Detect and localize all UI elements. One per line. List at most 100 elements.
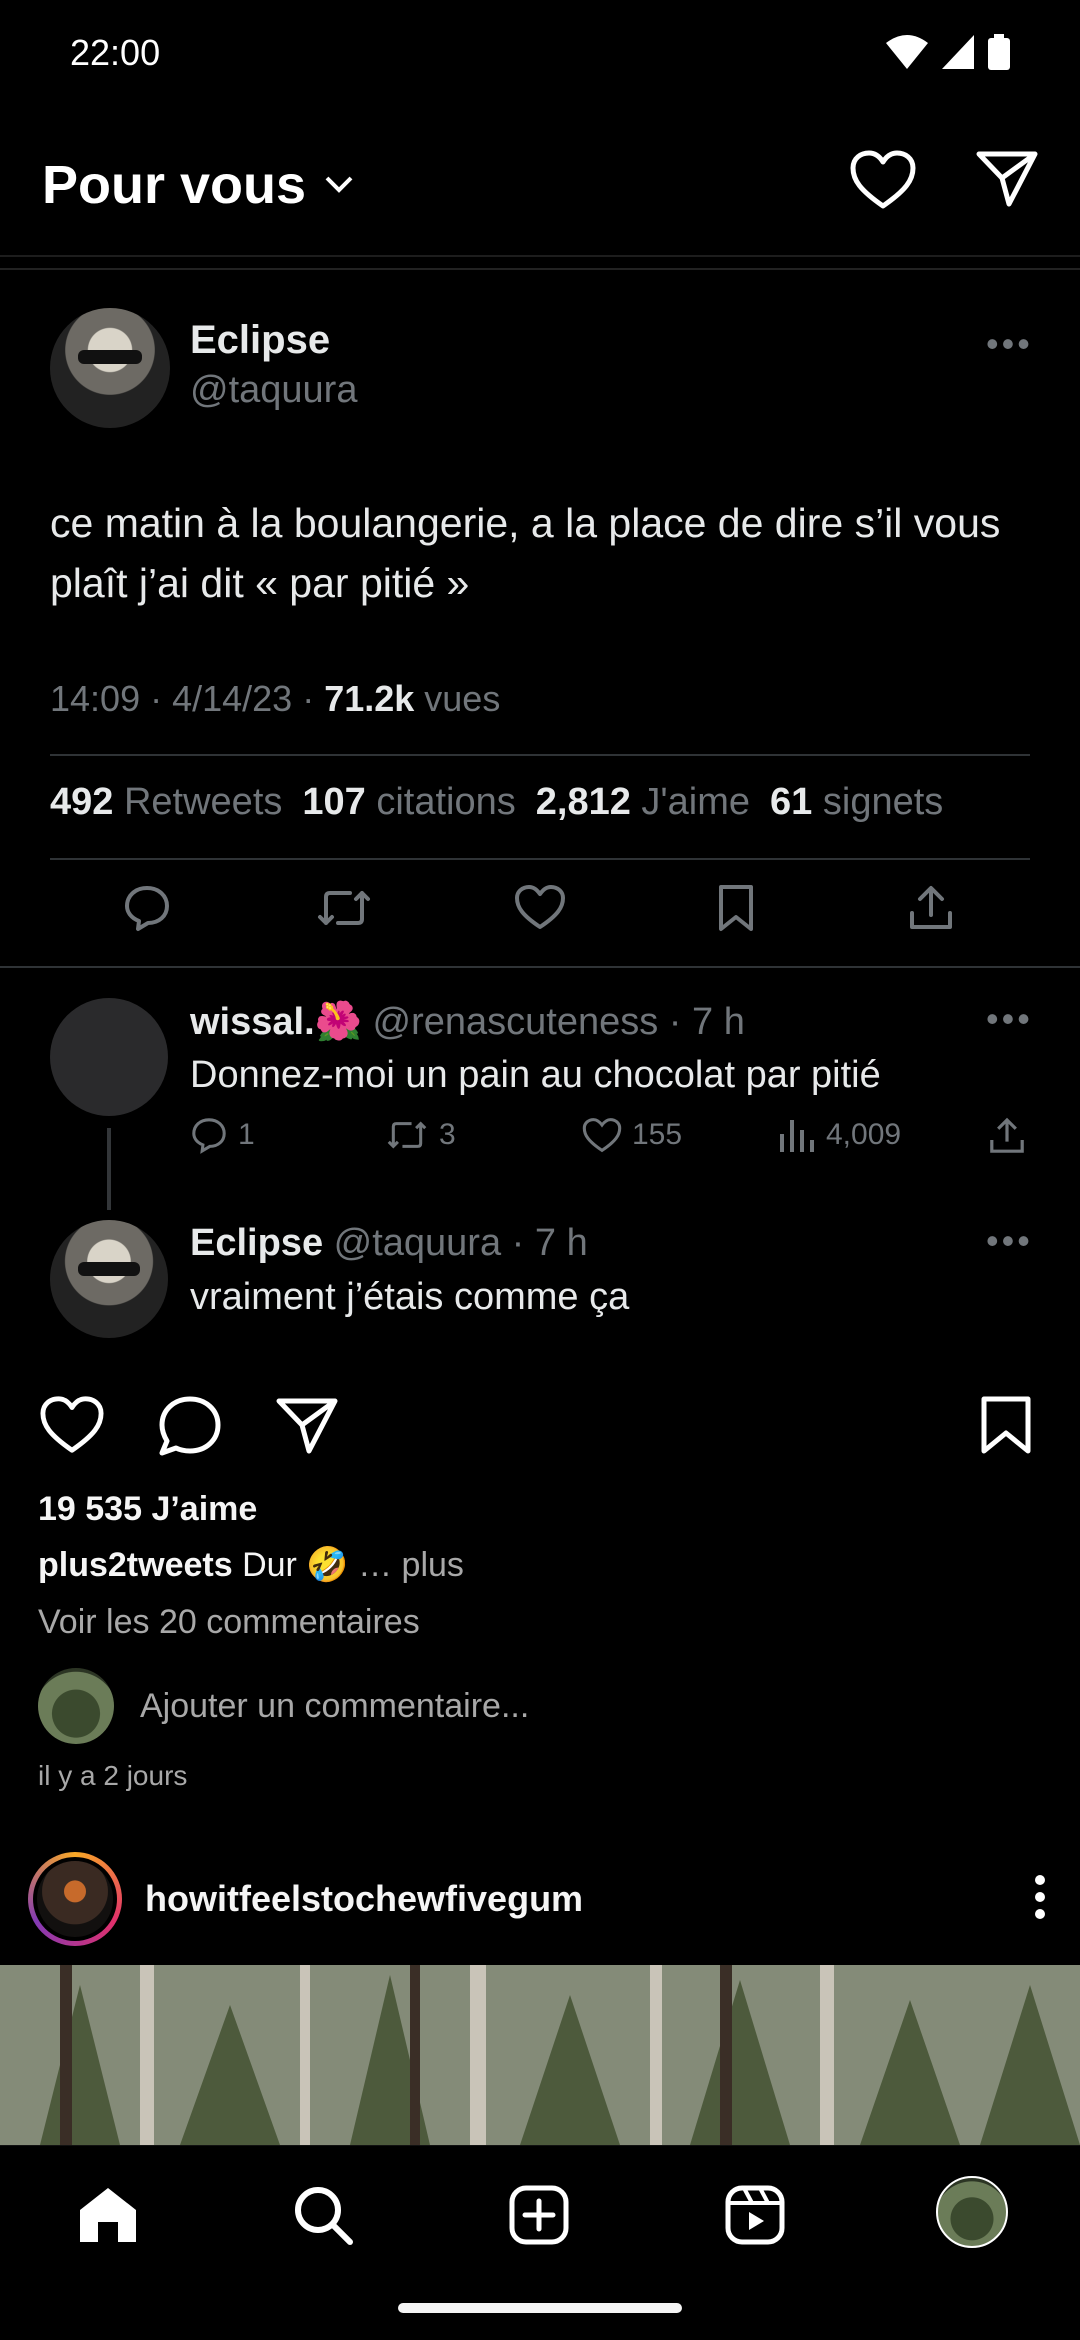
user-avatar — [38, 1668, 114, 1744]
likes-label: J'aime — [641, 781, 751, 823]
reply-item: wissal.🌺 @renascuteness · 7 h ••• Donnez… — [0, 998, 1080, 1210]
reply-view-count: 4,009 — [778, 1116, 901, 1154]
header-actions — [850, 150, 1038, 210]
next-post-header: howitfeelstochewfivegum — [0, 1848, 1080, 1958]
retweets-label: Retweets — [123, 781, 283, 823]
reply-author-handle: @taquura — [333, 1222, 502, 1264]
more-options-icon: ••• — [986, 998, 1033, 1039]
reply-avatar — [50, 1220, 168, 1338]
bookmark-icon — [719, 885, 753, 931]
reply-time: · 7 h — [501, 1222, 588, 1264]
add-comment-placeholder: Ajouter un commentaire... — [140, 1686, 530, 1725]
tweet-author-name: Eclipse — [190, 318, 331, 362]
more-options-icon: ••• — [986, 323, 1033, 364]
tweet-screenshot: Eclipse @taquura ••• ce matin à la boula… — [0, 258, 1080, 1348]
divider — [0, 268, 1080, 270]
post-actions — [0, 1395, 1080, 1465]
view-count: 4,009 — [826, 1118, 902, 1151]
like-icon — [515, 885, 565, 929]
profile-avatar[interactable] — [936, 2176, 1008, 2248]
create-post-icon[interactable] — [508, 2184, 570, 2246]
share-icon — [910, 886, 952, 929]
status-time: 22:00 — [70, 32, 161, 73]
next-post-avatar[interactable] — [28, 1852, 122, 1946]
add-comment-row[interactable]: Ajouter un commentaire... — [38, 1668, 529, 1744]
status-bar: 22:00 — [0, 0, 1080, 110]
top-header: Pour vous — [0, 140, 1080, 255]
feed-title: Pour vous — [42, 155, 307, 215]
reply-actions: 1 3 155 4,009 — [190, 1116, 1030, 1166]
tweet-text: ce matin à la boulangerie, a la place de… — [50, 500, 1001, 606]
heart-icon[interactable] — [850, 150, 916, 210]
share-icon[interactable] — [276, 1397, 338, 1455]
thread-line — [107, 1128, 111, 1210]
search-icon[interactable] — [292, 2184, 354, 2246]
analytics-icon — [780, 1120, 814, 1152]
reply-like-count: 155 — [582, 1116, 682, 1154]
reply-item: Eclipse @taquura · 7 h ••• vraiment j’ét… — [0, 1220, 1080, 1340]
feed-selector[interactable]: Pour vous — [42, 154, 354, 216]
post-time: il y a 2 jours — [38, 1760, 188, 1791]
tweet-actions — [0, 883, 1080, 953]
chevron-down-icon — [325, 176, 353, 193]
bookmarks-count: 61 — [770, 781, 813, 823]
caption-more-link[interactable]: … plus — [358, 1546, 464, 1584]
status-icons — [886, 34, 1010, 70]
reply-icon — [192, 1118, 226, 1154]
battery-icon — [988, 34, 1010, 70]
share-icon — [990, 1117, 1024, 1153]
direct-message-icon[interactable] — [976, 150, 1038, 208]
tweet-views-count: 71.2k — [324, 678, 415, 719]
tweet-author: Eclipse @taquura — [190, 318, 357, 412]
more-options-icon: ••• — [986, 1220, 1033, 1261]
retweets-count: 492 — [50, 781, 114, 823]
reply-retweet-count: 3 — [385, 1116, 456, 1154]
like-count: 155 — [632, 1118, 683, 1151]
like-icon — [582, 1118, 622, 1153]
next-post-username[interactable]: howitfeelstochewfivegum — [145, 1878, 583, 1920]
reels-icon[interactable] — [724, 2184, 786, 2246]
divider — [50, 754, 1030, 756]
save-icon[interactable] — [980, 1395, 1032, 1455]
reply-author-handle: @renascuteness — [372, 1001, 659, 1043]
reply-text: Donnez-moi un pain au chocolat par pitié — [190, 1054, 881, 1096]
retweet-count: 3 — [439, 1118, 456, 1151]
tweet-time: 14:09 · 4/14/23 · — [50, 678, 325, 719]
signal-icon — [942, 35, 974, 69]
header-divider — [0, 255, 1080, 257]
reply-time: · 7 h — [658, 1001, 745, 1043]
home-indicator — [398, 2303, 682, 2313]
bookmarks-label: signets — [822, 781, 944, 823]
divider — [0, 966, 1080, 968]
reply-author-name: wissal.🌺 — [190, 1001, 362, 1043]
reply-text: vraiment j’étais comme ça — [190, 1276, 630, 1318]
quotes-label: citations — [376, 781, 516, 823]
caption-username[interactable]: plus2tweets — [38, 1546, 233, 1584]
reply-icon — [125, 886, 169, 931]
reply-header: wissal.🌺 @renascuteness · 7 h — [190, 1000, 745, 1044]
retweet-icon — [387, 1121, 427, 1149]
caption-text: Dur 🤣 — [232, 1546, 349, 1584]
divider — [50, 858, 1030, 860]
tweet-stats: 492 Retweets 107 citations 2,812 J'aime … — [50, 781, 943, 824]
reply-avatar — [50, 998, 168, 1116]
more-vertical-icon[interactable] — [1030, 1872, 1050, 1922]
tweet-author-avatar — [50, 308, 170, 428]
like-icon[interactable] — [40, 1395, 104, 1455]
wifi-icon — [886, 35, 928, 69]
home-icon[interactable] — [76, 2184, 140, 2244]
reply-header: Eclipse @taquura · 7 h — [190, 1222, 588, 1265]
reply-reply-count: 1 — [190, 1116, 255, 1154]
reply-count: 1 — [238, 1118, 255, 1151]
quotes-count: 107 — [302, 781, 366, 823]
post-likes[interactable]: 19 535 J’aime — [38, 1490, 257, 1529]
likes-count: 2,812 — [535, 781, 631, 823]
tweet-meta: 14:09 · 4/14/23 · 71.2k vues — [50, 678, 500, 720]
forest-image — [0, 1965, 1080, 2145]
view-comments-link[interactable]: Voir les 20 commentaires — [38, 1603, 420, 1642]
post-image[interactable] — [0, 1965, 1080, 2145]
tweet-author-handle: @taquura — [190, 369, 358, 411]
comment-icon[interactable] — [158, 1395, 222, 1457]
reply-author-name: Eclipse — [190, 1222, 324, 1264]
post-caption: plus2tweets Dur 🤣 … plus — [38, 1545, 464, 1585]
